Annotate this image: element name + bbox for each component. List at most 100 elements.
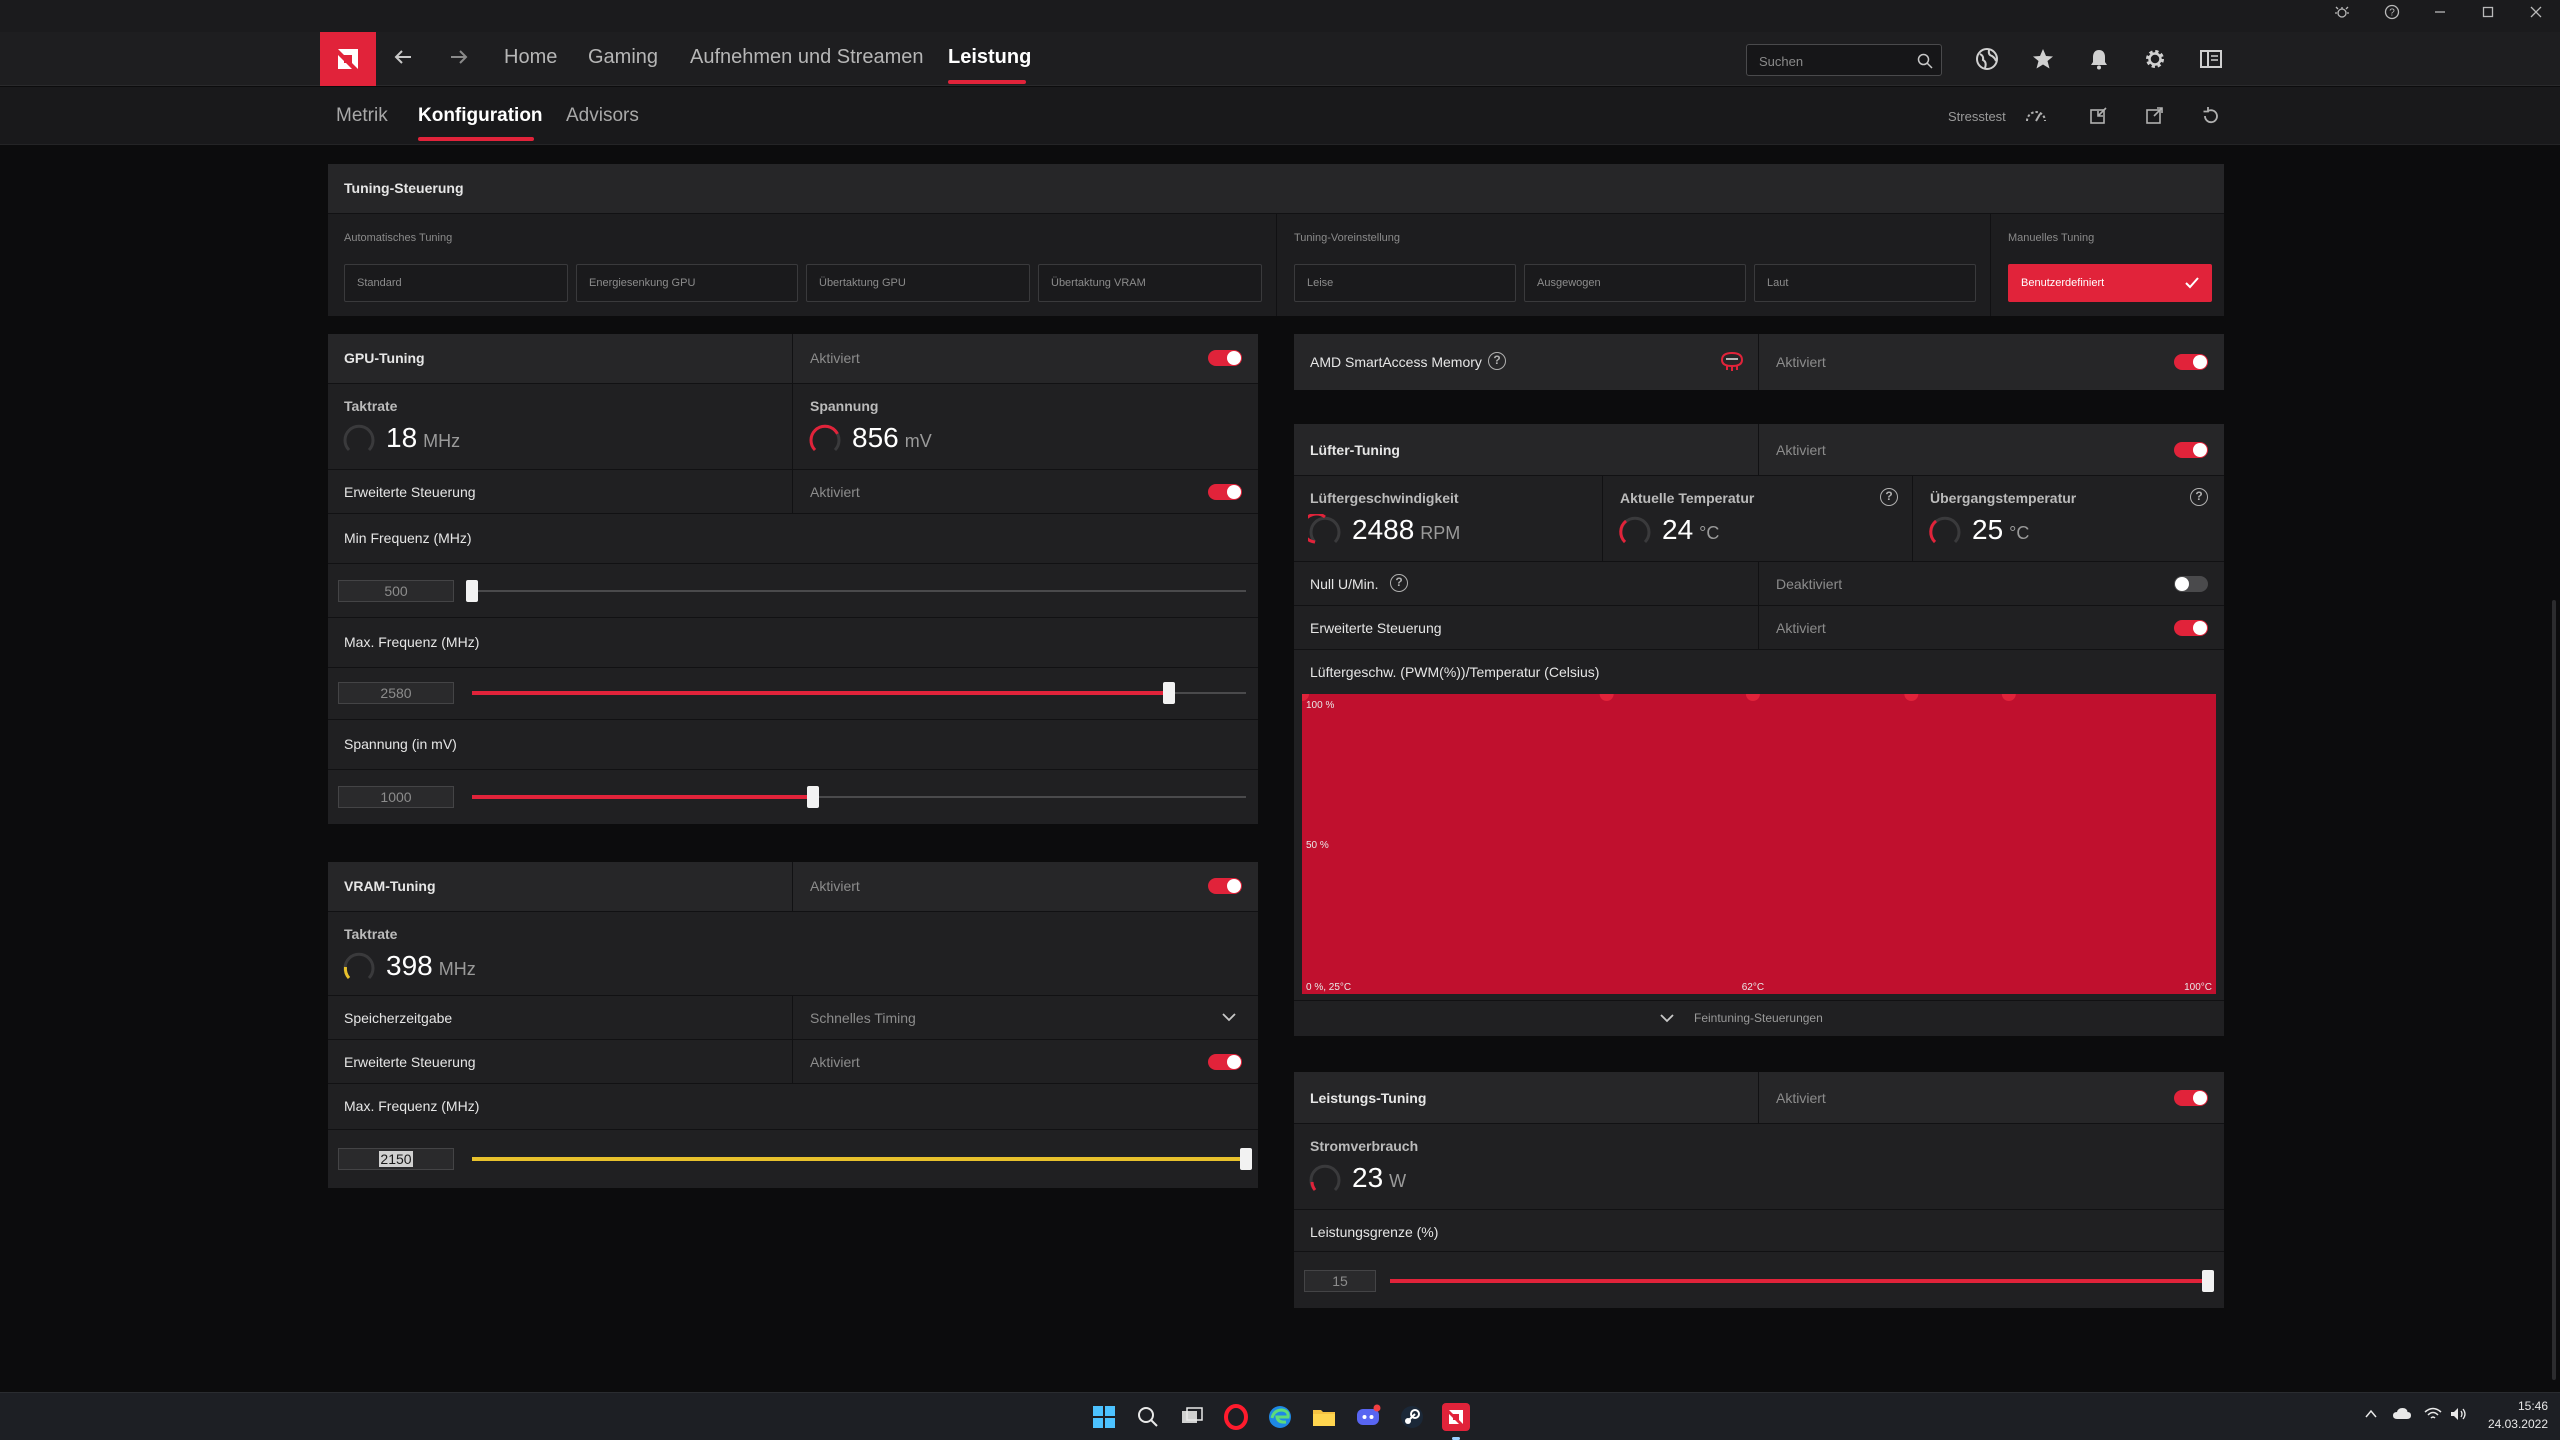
gpu-advanced-toggle[interactable] xyxy=(1208,484,1242,500)
power-limit-track[interactable] xyxy=(1390,1270,2214,1292)
gpu-voltage-thumb[interactable] xyxy=(806,786,819,808)
gpu-max-freq-input[interactable]: 2580 xyxy=(338,682,454,704)
vram-max-freq-thumb[interactable] xyxy=(1240,1148,1252,1170)
junction-temp-help-icon[interactable]: ? xyxy=(2190,488,2208,506)
taskbar-search-icon[interactable] xyxy=(1134,1403,1162,1431)
power-tuning-toggle[interactable] xyxy=(2174,1090,2208,1106)
sam-help-icon[interactable]: ? xyxy=(1488,352,1506,370)
gpu-undervolt-button[interactable]: Energiesenkung GPU xyxy=(576,264,798,302)
tab-configuration[interactable]: Konfiguration xyxy=(418,105,543,127)
gpu-advanced-status: Aktiviert xyxy=(810,484,860,500)
forward-arrow-icon[interactable] xyxy=(448,44,470,75)
divider xyxy=(792,862,793,912)
vram-max-freq-input[interactable]: 2150 xyxy=(338,1148,454,1170)
import-profile-icon[interactable] xyxy=(2088,105,2110,132)
wifi-icon[interactable] xyxy=(2424,1407,2442,1424)
gpu-min-freq-track[interactable] xyxy=(466,580,1246,602)
stresstest-gauge-icon[interactable] xyxy=(2024,105,2048,130)
amd-software-taskbar-icon[interactable] xyxy=(1442,1403,1470,1431)
nav-active-underline xyxy=(948,80,1026,84)
nav-tab-record-stream[interactable]: Aufnehmen und Streamen xyxy=(690,46,924,69)
minimize-icon[interactable] xyxy=(2428,4,2452,28)
tray-overflow-chevron-icon[interactable] xyxy=(2364,1407,2378,1424)
sidebar-panel-icon[interactable] xyxy=(2196,44,2226,74)
vram-advanced-toggle[interactable] xyxy=(1208,1054,1242,1070)
bug-report-icon[interactable] xyxy=(2330,4,2354,28)
power-consumption-number: 23 xyxy=(1352,1162,1384,1193)
gpu-min-freq-thumb[interactable] xyxy=(466,580,478,602)
gpu-voltage-label: Spannung xyxy=(810,398,879,414)
tab-advisors[interactable]: Advisors xyxy=(566,105,639,127)
opera-icon[interactable] xyxy=(1222,1403,1250,1431)
divider xyxy=(1602,476,1603,562)
gpu-voltage-input[interactable]: 1000 xyxy=(338,786,454,808)
search-icon[interactable] xyxy=(1917,53,1933,69)
gpu-max-freq-track[interactable] xyxy=(472,682,1246,704)
vram-timing-select[interactable]: Schnelles Timing xyxy=(792,996,1258,1040)
scrollbar[interactable] xyxy=(2552,600,2556,1380)
zero-rpm-toggle[interactable] xyxy=(2174,576,2208,592)
maximize-icon[interactable] xyxy=(2476,4,2500,28)
gpu-voltage-number: 856 xyxy=(852,422,899,453)
help-icon[interactable]: ? xyxy=(2380,4,2404,28)
task-view-icon[interactable] xyxy=(1178,1403,1206,1431)
onedrive-cloud-icon[interactable] xyxy=(2392,1407,2412,1424)
gpu-tuning-toggle[interactable] xyxy=(1208,350,1242,366)
clock-time[interactable]: 15:46 xyxy=(2484,1399,2548,1413)
gpu-voltage-track[interactable] xyxy=(472,786,1246,808)
gpu-overclock-button[interactable]: Übertaktung GPU xyxy=(806,264,1030,302)
steam-icon[interactable] xyxy=(1398,1403,1426,1431)
volume-icon[interactable] xyxy=(2450,1407,2468,1424)
quiet-preset-button[interactable]: Leise xyxy=(1294,264,1516,302)
power-limit-input[interactable]: 15 xyxy=(1304,1270,1376,1292)
custom-tuning-label: Benutzerdefiniert xyxy=(2021,277,2105,289)
vram-max-freq-slider-row: 2150 xyxy=(328,1130,1258,1188)
balanced-preset-button[interactable]: Ausgewogen xyxy=(1524,264,1746,302)
discord-icon[interactable] xyxy=(1354,1403,1382,1431)
fan-advanced-toggle[interactable] xyxy=(2174,620,2208,636)
fan-tuning-status: Aktiviert xyxy=(1776,442,1826,458)
fan-tuning-toggle[interactable] xyxy=(2174,442,2208,458)
export-profile-icon[interactable] xyxy=(2144,105,2166,132)
windows-start-icon[interactable] xyxy=(1090,1403,1118,1431)
stresstest-label[interactable]: Stresstest xyxy=(1948,109,2006,124)
fan-curve-chart[interactable]: 100 % 50 % 0 %, 25°C 62°C 100°C xyxy=(1302,694,2216,994)
close-icon[interactable] xyxy=(2524,4,2548,28)
nav-tab-gaming[interactable]: Gaming xyxy=(588,46,658,69)
search-box[interactable] xyxy=(1746,44,1942,76)
sam-toggle[interactable] xyxy=(2174,354,2208,370)
bell-icon[interactable] xyxy=(2084,44,2114,74)
nav-tab-performance[interactable]: Leistung xyxy=(948,46,1031,69)
reset-icon[interactable] xyxy=(2200,105,2222,132)
chevron-down-icon xyxy=(1222,1013,1236,1022)
star-icon[interactable] xyxy=(2028,44,2058,74)
vram-tuning-toggle[interactable] xyxy=(1208,878,1242,894)
vram-max-freq-track[interactable] xyxy=(472,1148,1252,1170)
power-limit-thumb[interactable] xyxy=(2202,1270,2214,1292)
zero-rpm-help-icon[interactable]: ? xyxy=(1390,574,1408,592)
gpu-max-freq-thumb[interactable] xyxy=(1162,682,1175,704)
svg-text:?: ? xyxy=(2389,8,2395,19)
gpu-voltage-gauge xyxy=(809,424,841,452)
gear-icon[interactable] xyxy=(2140,44,2170,74)
file-explorer-icon[interactable] xyxy=(1310,1403,1338,1431)
fan-metrics-row: Lüftergeschwindigkeit 2488 RPM Aktuelle T… xyxy=(1294,476,2224,562)
power-tuning-title: Leistungs-Tuning xyxy=(1310,1090,1427,1106)
rage-preset-button[interactable]: Laut xyxy=(1754,264,1976,302)
standard-button[interactable]: Standard xyxy=(344,264,568,302)
edge-icon[interactable] xyxy=(1266,1403,1294,1431)
fine-tuning-toggle[interactable]: Feintuning-Steuerungen xyxy=(1294,1000,2224,1036)
search-input[interactable] xyxy=(1759,50,1909,72)
amd-logo[interactable] xyxy=(320,32,376,86)
sub-navigation: Metrik Konfiguration Advisors Stresstest xyxy=(0,87,2560,145)
vram-overclock-button[interactable]: Übertaktung VRAM xyxy=(1038,264,1262,302)
gpu-min-freq-input[interactable]: 500 xyxy=(338,580,454,602)
fan-advanced-label: Erweiterte Steuerung xyxy=(1310,620,1442,636)
clock-date[interactable]: 24.03.2022 xyxy=(2484,1417,2548,1431)
globe-icon[interactable] xyxy=(1972,44,2002,74)
tab-metrics[interactable]: Metrik xyxy=(336,105,388,127)
nav-tab-home[interactable]: Home xyxy=(504,46,557,69)
back-arrow-icon[interactable] xyxy=(392,44,414,75)
current-temp-help-icon[interactable]: ? xyxy=(1880,488,1898,506)
custom-tuning-button[interactable]: Benutzerdefiniert xyxy=(2008,264,2212,302)
